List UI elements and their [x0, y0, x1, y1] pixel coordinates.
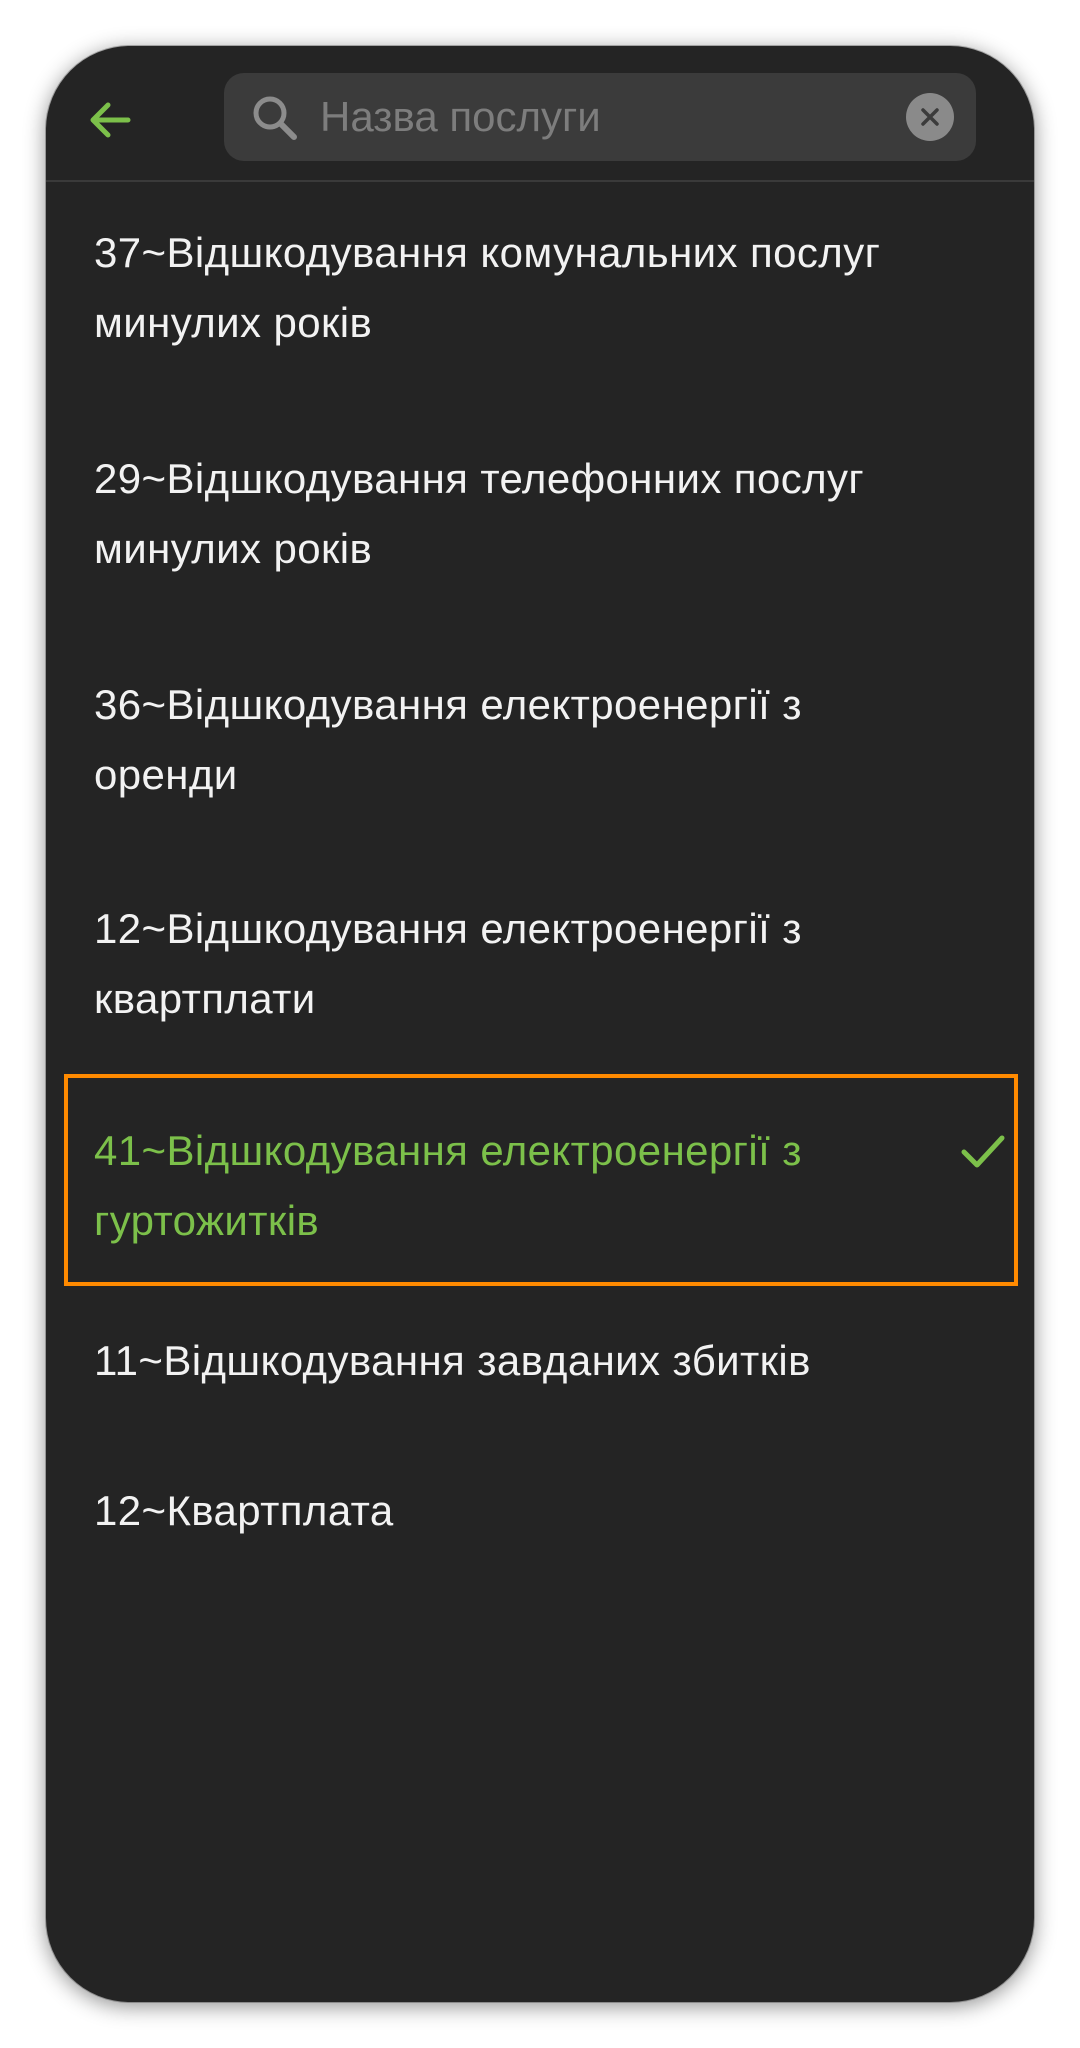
service-label: 12~Квартплата [94, 1487, 394, 1534]
service-label: 37~Відшкодування комунальних послуг мину… [94, 229, 881, 346]
checkmark-icon [961, 1135, 1005, 1168]
list-item[interactable]: 12~Квартплата [46, 1436, 1034, 1586]
list-item[interactable]: 12~Відшкодування електроенергії з квартп… [46, 854, 1034, 1078]
list-item[interactable]: 37~Відшкодування комунальних послуг мину… [46, 182, 1034, 406]
service-label: 36~Відшкодування електроенергії з оренди [94, 681, 802, 798]
list-item[interactable]: 36~Відшкодування електроенергії з оренди [46, 630, 1034, 854]
phone-screen: 37~Відшкодування комунальних послуг мину… [46, 46, 1034, 2002]
clear-icon [921, 108, 939, 126]
list-item-selected[interactable]: 41~Відшкодування електроенергії з гуртож… [46, 1078, 1034, 1286]
service-label: 29~Відшкодування телефонних послуг минул… [94, 455, 865, 572]
service-label: 41~Відшкодування електроенергії з гуртож… [94, 1127, 802, 1244]
service-label: 11~Відшкодування завданих збитків [94, 1337, 811, 1384]
arrow-left-icon [90, 102, 131, 138]
search-input[interactable] [320, 73, 860, 161]
back-button[interactable] [78, 88, 142, 152]
search-icon [253, 96, 297, 140]
list-item[interactable]: 29~Відшкодування телефонних послуг минул… [46, 406, 1034, 630]
search-bar[interactable] [224, 73, 976, 161]
top-bar [46, 46, 1034, 180]
clear-search-button[interactable] [906, 93, 954, 141]
service-label: 12~Відшкодування електроенергії з квартп… [94, 905, 802, 1022]
list-item[interactable]: 11~Відшкодування завданих збитків [46, 1286, 1034, 1436]
